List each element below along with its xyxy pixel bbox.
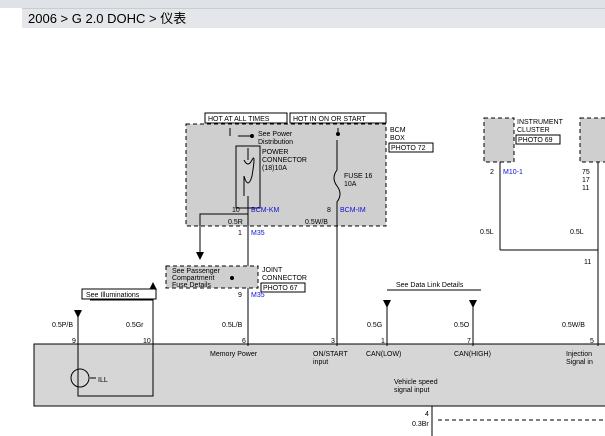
wire-03br: 0.3Br [412, 421, 429, 428]
power-connector-line2: CONNECTOR [262, 157, 307, 164]
m35-b-label: M35 [251, 292, 265, 299]
connector-label: CONNECTOR [262, 275, 307, 282]
pin-9: 9 [238, 292, 242, 299]
pin-2: 2 [490, 169, 494, 176]
instrument-label: INSTRUMENT [517, 119, 564, 126]
ill-label: ILL [98, 377, 108, 384]
wire-05o: 0.5O [454, 322, 470, 329]
pin-17: 17 [582, 177, 590, 184]
hot-at-all-times-label: HOT AT ALL TIMES [208, 116, 270, 123]
injection-label: Injection [566, 351, 592, 358]
wire-05l-b: 0.5L [570, 229, 584, 236]
on-start-input-label: input [313, 359, 328, 366]
fuse-10a-label: 10A [344, 181, 357, 188]
on-start-label: ON/START [313, 351, 348, 358]
see-power-line2: Distribution [258, 139, 293, 146]
cluster-pin-10: 10 [143, 338, 151, 345]
see-data-link-label[interactable]: See Data Link Details [396, 282, 464, 289]
cluster-pin-5: 5 [590, 338, 594, 345]
instrument-photo-label[interactable]: PHOTO 69 [518, 137, 553, 144]
cluster-label: CLUSTER [517, 127, 550, 134]
pin-4: 4 [425, 411, 429, 418]
bcm-im-label: BCM-IM [340, 207, 366, 214]
bcm-km-label: BCM-KM [251, 207, 280, 214]
pin-1: 1 [238, 230, 242, 237]
pin-75: 75 [582, 169, 590, 176]
m35-a-label: M35 [251, 230, 265, 237]
see-passenger-line2: Compartment [172, 275, 214, 282]
wire-05lb: 0.5L/B [222, 322, 243, 329]
instrument-cluster-box [483, 117, 515, 163]
cluster-pin-9: 9 [72, 338, 76, 345]
power-connector-line3: (18)10A [262, 165, 287, 172]
see-passenger-line1: See Passenger [172, 268, 221, 275]
instrument-cluster-box-right [579, 117, 605, 163]
m10-1-label: M10-1 [503, 169, 523, 176]
wire-05l-a: 0.5L [480, 229, 494, 236]
see-power-line1: See Power [258, 131, 293, 138]
pin-11b: 11 [584, 259, 591, 266]
pin-11: 11 [582, 185, 589, 192]
box-label: BOX [390, 135, 405, 142]
wire-05r: 0.5R [228, 219, 243, 226]
cluster-pin-7: 7 [467, 338, 471, 345]
injection-signal-label: Signal in [566, 359, 593, 366]
wiring-diagram: HOT AT ALL TIMES HOT IN ON OR START See … [33, 112, 605, 436]
bcm-label: BCM [390, 127, 406, 134]
power-connector-line1: POWER [262, 149, 288, 156]
cluster-pin-6: 6 [242, 338, 246, 345]
memory-power-label: Memory Power [210, 351, 258, 358]
wire-05pb: 0.5P/B [52, 322, 73, 329]
vss-label-1: Vehicle speed [394, 379, 438, 386]
cluster-pin-3: 3 [331, 338, 335, 345]
fuse-16-label: FUSE 16 [344, 173, 373, 180]
pin-10: 10 [232, 207, 240, 214]
see-illuminations-label[interactable]: See Illuminations [86, 292, 140, 299]
bcm-photo-label[interactable]: PHOTO 72 [391, 145, 426, 152]
pin-8: 8 [327, 207, 331, 214]
can-low-label: CAN(LOW) [366, 351, 401, 358]
see-passenger-line3: Fuse Details [172, 282, 211, 289]
hot-in-on-start-label: HOT IN ON OR START [293, 116, 366, 123]
wire-05gr: 0.5Gr [126, 322, 144, 329]
can-high-label: CAN(HIGH) [454, 351, 491, 358]
joint-label: JOINT [262, 267, 283, 274]
cluster-pin-1: 1 [381, 338, 385, 345]
wire-05wb-right: 0.5W/B [562, 322, 585, 329]
wire-05wb: 0.5W/B [305, 219, 328, 226]
vss-label-2: signal input [394, 387, 429, 394]
joint-photo-label[interactable]: PHOTO 67 [263, 285, 298, 292]
wire-05g: 0.5G [367, 322, 382, 329]
